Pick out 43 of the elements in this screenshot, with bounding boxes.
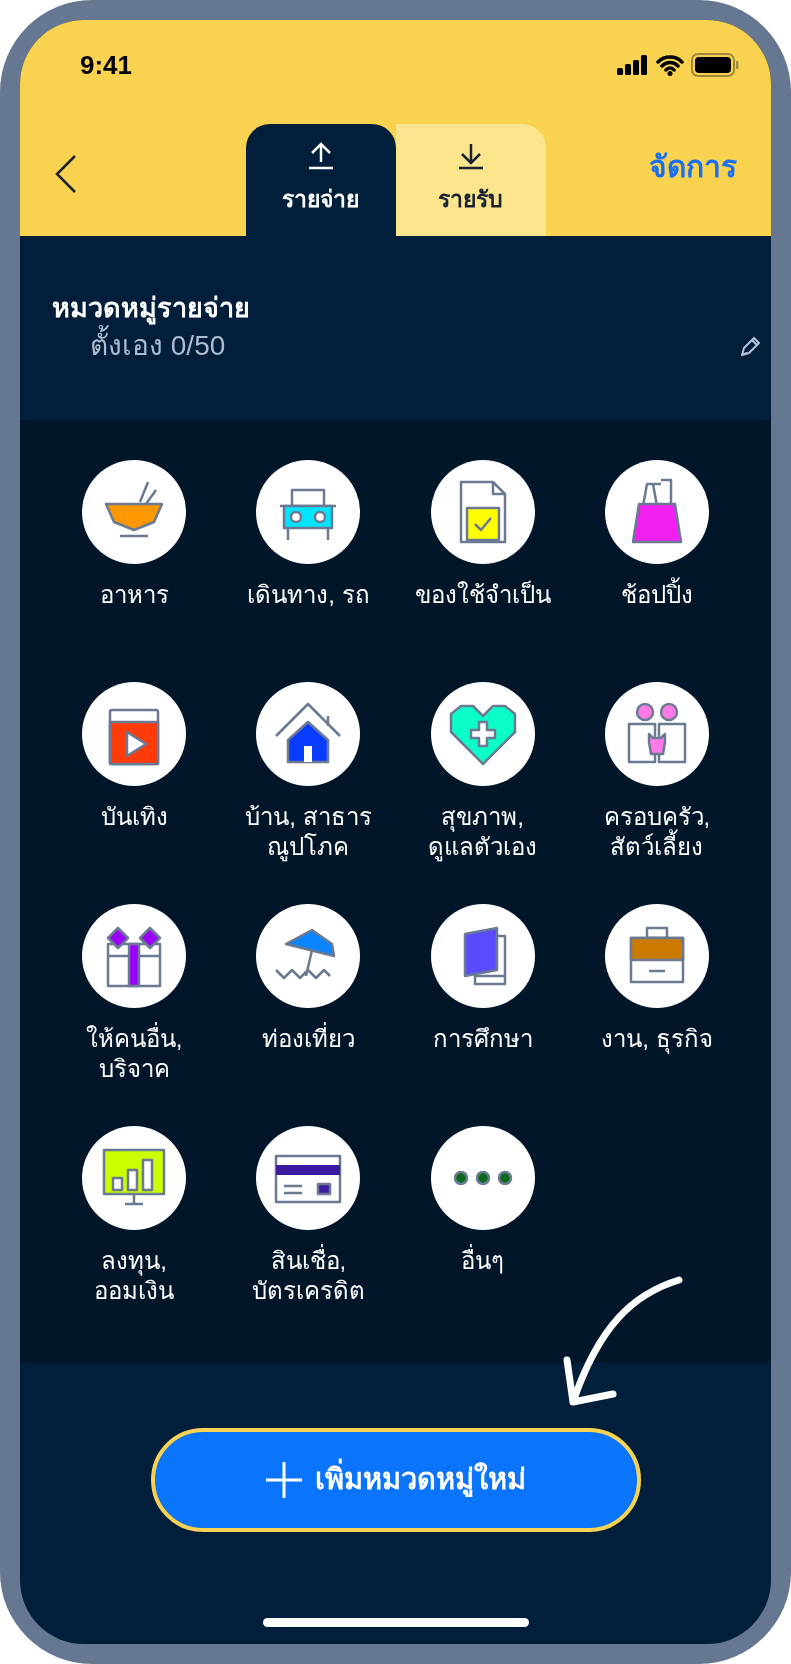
add-category-button[interactable]: เพิ่มหมวดหมู่ใหม่ [150, 1428, 641, 1532]
category-item[interactable]: สินเชื่อ, บัตรเครดิต [221, 1126, 396, 1306]
category-item[interactable]: ครอบครัว, สัตว์เลี้ยง [569, 682, 744, 862]
category-item[interactable]: อาหาร [47, 460, 222, 640]
category-item[interactable]: ให้คนอื่น, บริจาค [47, 904, 222, 1084]
bowl-icon [82, 460, 187, 564]
book-icon [430, 904, 535, 1008]
section-subtitle: ตั้งเอง 0/50 [52, 326, 226, 366]
category-item[interactable]: ลงทุน, ออมเงิน [47, 1126, 222, 1306]
category-item[interactable]: ท่องเที่ยว [221, 904, 396, 1084]
category-item[interactable]: สุขภาพ, ดูแลตัวเอง [395, 682, 570, 862]
chart-monitor-icon [82, 1126, 187, 1230]
category-item[interactable]: การศึกษา [395, 904, 570, 1084]
category-item[interactable]: ของใช้จำเป็น [395, 460, 570, 640]
pencil-icon [739, 334, 763, 358]
wifi-icon [656, 54, 684, 76]
tab[interactable]: รายรับ [395, 124, 546, 236]
status-time: 9:41 [80, 48, 133, 82]
family-icon [604, 682, 709, 786]
category-item[interactable]: ช้อปปิ้ง [569, 460, 744, 640]
signal-icon [617, 55, 649, 75]
battery-icon [691, 53, 739, 77]
category-item[interactable]: บ้าน, สาธาร ณูปโภค [221, 682, 396, 862]
document-icon [430, 460, 535, 564]
category-item[interactable]: งาน, ธุรกิจ [569, 904, 744, 1084]
back-icon [55, 154, 77, 194]
section-title: หมวดหมู่รายจ่าย [52, 292, 250, 325]
download-icon [456, 142, 485, 170]
upload-icon [306, 142, 335, 170]
category-item[interactable]: บันเทิง [47, 682, 222, 862]
beach-umbrella-icon [256, 904, 361, 1008]
category-item[interactable]: เดินทาง, รถ [221, 460, 396, 640]
more-dots-icon [430, 1126, 535, 1230]
briefcase-icon [604, 904, 709, 1008]
car-icon [256, 460, 361, 564]
category-item[interactable]: อื่นๆ [395, 1126, 570, 1306]
video-player-icon [82, 682, 187, 786]
shopping-bag-icon [604, 460, 709, 564]
tab[interactable]: รายจ่าย [245, 124, 396, 236]
gift-icon [82, 904, 187, 1008]
house-icon [256, 682, 361, 786]
plus-icon [265, 1461, 303, 1499]
credit-card-icon [256, 1126, 361, 1230]
